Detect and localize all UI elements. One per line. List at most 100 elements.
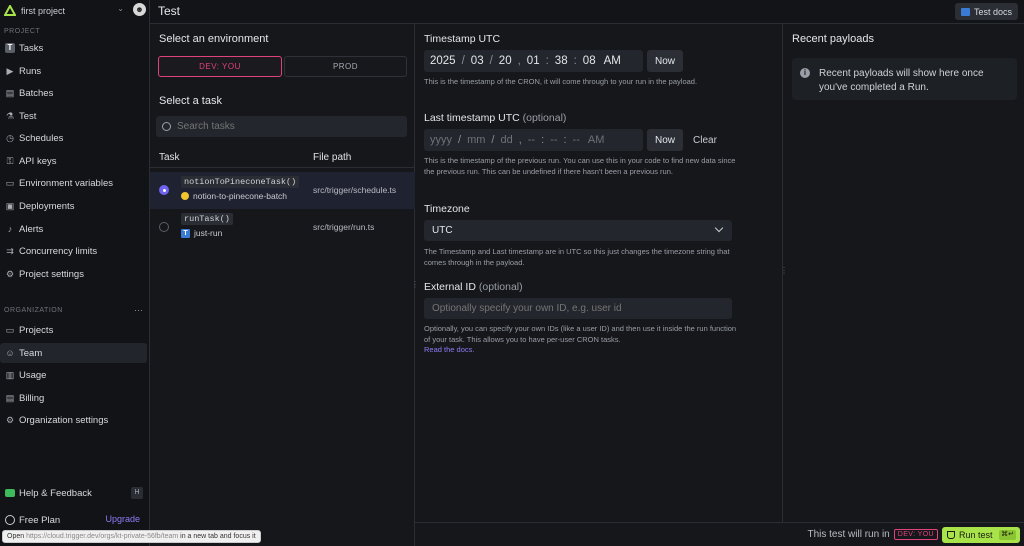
chevron-down-icon [714, 223, 724, 233]
sidebar-item-environment-variables[interactable]: ▭ Environment variables [0, 173, 147, 193]
sidebar-item-team[interactable]: ☺ Team [0, 343, 147, 363]
app: first project ⌄ ☻ PROJECT T Tasks ▶ Runs ▤… [0, 0, 1024, 546]
run-test-label: Run test [959, 530, 993, 540]
sidebar-item-label: Alerts [19, 223, 44, 235]
search-box[interactable] [156, 116, 407, 137]
plan-row: Free Plan Upgrade [0, 510, 147, 530]
external-id-help-text: Optionally, you can specify your own IDs… [424, 324, 737, 344]
search-input[interactable] [177, 121, 397, 132]
env-dev-tab[interactable]: DEV: YOU [158, 56, 282, 77]
external-id-input[interactable] [432, 303, 722, 314]
help-feedback-label: Help & Feedback [19, 487, 92, 499]
status-prefix: Open [7, 533, 27, 540]
sidebar-item-concurrency-limits[interactable]: ⇉ Concurrency limits [0, 241, 147, 261]
day-field[interactable]: dd [500, 134, 512, 146]
external-id-help: Optionally, you can specify your own IDs… [424, 324, 739, 356]
table-row[interactable]: notionToPineconeTask() notion-to-pinecon… [150, 172, 415, 209]
column-header-task: Task [159, 152, 180, 163]
upgrade-link[interactable]: Upgrade [105, 514, 140, 524]
year-field[interactable]: 2025 [430, 55, 456, 67]
sidebar-item-test[interactable]: ⚗ Test [0, 106, 147, 126]
trigger-logo-icon [3, 3, 17, 17]
now-button[interactable]: Now [647, 50, 683, 72]
minute-field[interactable]: -- [550, 134, 557, 146]
shortcut-key: ⌘↵ [999, 530, 1016, 540]
env-prod-tab[interactable]: PROD [284, 56, 407, 77]
sidebar-item-label: Projects [19, 324, 54, 336]
optional-tag: (optional) [522, 112, 567, 124]
sidebar-item-batches[interactable]: ▤ Batches [0, 83, 147, 103]
sidebar-item-usage[interactable]: ▥ Usage [0, 365, 147, 385]
year-field[interactable]: yyyy [430, 134, 452, 146]
sidebar-item-projects[interactable]: ▭ Projects [0, 320, 147, 340]
server-icon: ▣ [5, 200, 15, 211]
lightning-icon [5, 515, 15, 525]
sidebar-item-schedules[interactable]: ◷ Schedules [0, 128, 147, 148]
sidebar-item-label: Runs [19, 65, 42, 77]
sidebar-item-billing[interactable]: ▤ Billing [0, 388, 147, 408]
timezone-label: Timezone [424, 203, 470, 215]
sidebar-item-label: Tasks [19, 42, 44, 54]
sidebar-item-runs[interactable]: ▶ Runs [0, 61, 147, 81]
more-options-icon[interactable]: ⋯ [134, 305, 143, 316]
key-icon: ⚿ [6, 155, 14, 166]
month-field[interactable]: mm [467, 134, 485, 146]
sidebar-item-label: Usage [19, 369, 47, 381]
timezone-value: UTC [432, 225, 453, 236]
credit-card-icon: ▤ [5, 392, 15, 403]
external-id-field[interactable] [424, 298, 732, 319]
page-header: Test Test docs [150, 0, 1024, 24]
sidebar-item-label: Concurrency limits [19, 245, 98, 257]
month-field[interactable]: 03 [471, 55, 484, 67]
minute-field[interactable]: 38 [555, 55, 568, 67]
sidebar-item-tasks[interactable]: T Tasks [0, 38, 147, 58]
second-field[interactable]: 08 [583, 55, 596, 67]
clear-button[interactable]: Clear [693, 135, 717, 146]
env-badge: DEV: YOU [893, 529, 938, 540]
avatar[interactable]: ☻ [133, 3, 146, 16]
test-form-panel: Timestamp UTC 2025/ 03/ 20, 01: 38: 08 AM… [415, 24, 783, 522]
second-field[interactable]: -- [573, 134, 580, 146]
sidebar-item-project-settings[interactable]: ⚙ Project settings [0, 264, 147, 284]
sidebar-item-organization-settings[interactable]: ⚙ Organization settings [0, 410, 147, 430]
flask-icon: ⚗ [5, 110, 15, 121]
test-docs-button[interactable]: Test docs [954, 3, 1018, 20]
info-icon: i [800, 68, 810, 78]
task-function: notionToPineconeTask() [181, 176, 300, 188]
task-id-label: notion-to-pinecone-batch [193, 191, 288, 201]
batches-icon: ▤ [5, 87, 15, 98]
hour-field[interactable]: -- [528, 134, 535, 146]
project-name: first project [21, 6, 66, 16]
radio-selected[interactable] [159, 185, 169, 195]
sidebar-item-api-keys[interactable]: ⚿ API keys [0, 151, 147, 171]
last-now-button[interactable]: Now [647, 129, 683, 151]
project-selector[interactable]: first project ⌄ ☻ [3, 3, 146, 18]
search-icon [162, 122, 171, 131]
optional-tag: (optional) [478, 281, 523, 293]
help-feedback-button[interactable]: Help & Feedback H [0, 483, 147, 503]
read-docs-link[interactable]: Read the docs. [424, 345, 474, 354]
ampm-field[interactable]: AM [604, 55, 621, 67]
last-timestamp-help: This is the timestamp of the previous ru… [424, 156, 736, 176]
shortcut-key: H [131, 487, 143, 499]
variables-icon: ▭ [5, 177, 15, 188]
info-callout: i Recent payloads will show here once yo… [792, 58, 1017, 100]
table-row[interactable]: runTask() Tjust-run src/trigger/run.ts [150, 209, 415, 246]
hour-field[interactable]: 01 [527, 55, 540, 67]
chat-bubble-icon [5, 489, 15, 497]
sidebar-item-deployments[interactable]: ▣ Deployments [0, 196, 147, 216]
day-field[interactable]: 20 [499, 55, 512, 67]
file-path: src/trigger/run.ts [313, 222, 375, 232]
last-timestamp-input[interactable]: yyyy / mm / dd, --: --: -- AM [424, 129, 643, 151]
run-footer: This test will run in DEV: YOU Run test ⌘↵ [415, 522, 1024, 546]
ampm-field[interactable]: AM [588, 134, 605, 146]
sidebar-item-label: Team [19, 347, 43, 359]
radio-unselected[interactable] [159, 222, 169, 232]
timestamp-input[interactable]: 2025/ 03/ 20, 01: 38: 08 AM [424, 50, 643, 72]
plan-label: Free Plan [19, 514, 61, 526]
timezone-select[interactable]: UTC [424, 220, 732, 241]
book-icon [960, 7, 970, 16]
run-test-button[interactable]: Run test ⌘↵ [942, 527, 1020, 543]
sidebar-item-alerts[interactable]: ♪ Alerts [0, 219, 147, 239]
gear-icon: ⚙ [5, 414, 15, 425]
